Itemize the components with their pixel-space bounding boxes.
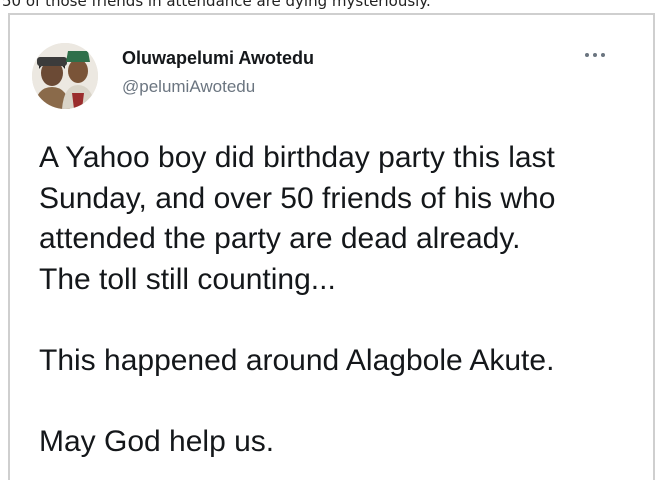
tweet-line: attended the party are dead already. — [39, 222, 521, 255]
tweet-line: A Yahoo boy did birthday party this last — [39, 141, 555, 174]
author-name[interactable]: Oluwapelumi Awotedu — [122, 48, 314, 69]
tweet-text: A Yahoo boy did birthday party this last… — [39, 138, 639, 462]
dot — [593, 53, 597, 57]
profile-photo-icon[interactable] — [32, 43, 98, 109]
tweet-paragraph-2: This happened around Alagbole Akute. — [39, 343, 555, 377]
tweet-paragraph-3: May God help us. — [39, 424, 275, 458]
dot — [601, 53, 605, 57]
more-options-icon[interactable] — [583, 50, 609, 60]
author-handle[interactable]: @pelumiAwotedu — [122, 77, 255, 97]
tweet-line: Sunday, and over 50 friends of his who — [39, 181, 556, 215]
post-caption: 50 of those friends in attendance are dy… — [2, 0, 431, 10]
tweet-line: The toll still counting... — [39, 262, 336, 296]
dot — [585, 53, 589, 57]
